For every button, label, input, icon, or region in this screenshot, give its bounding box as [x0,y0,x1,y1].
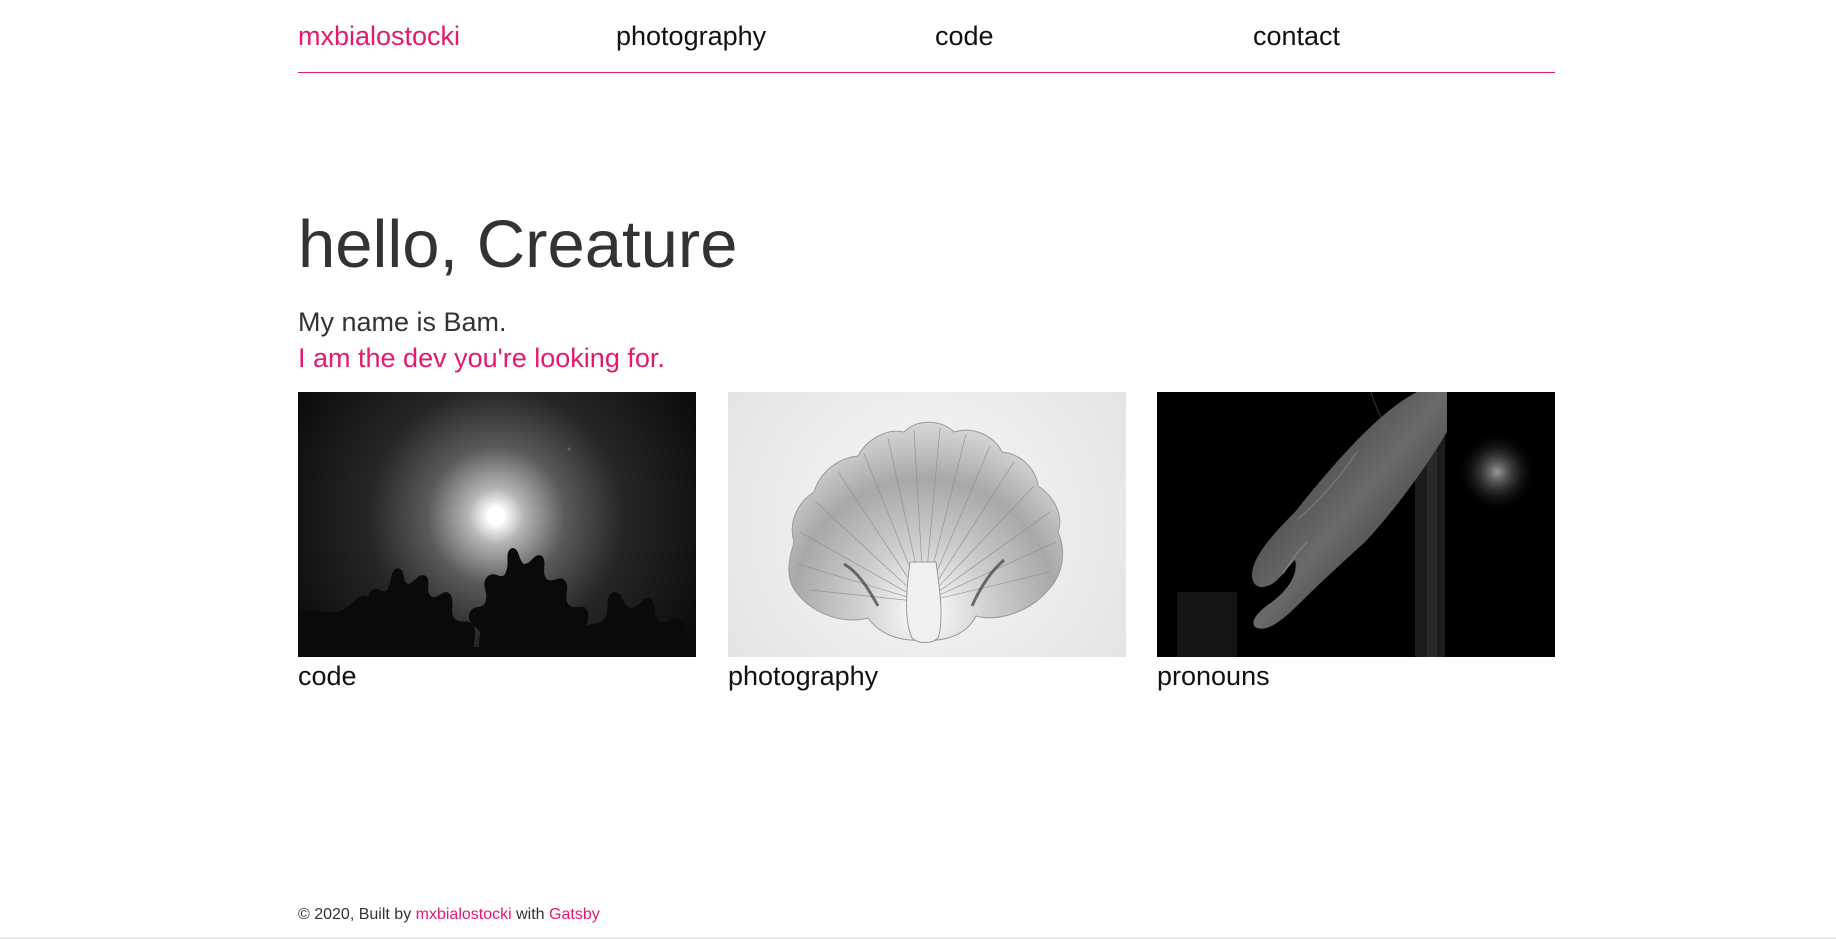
card-label-code[interactable]: code [298,659,696,693]
site-nav: mxbialostocki photography code contact [298,0,1555,73]
card-label-photography[interactable]: photography [728,659,1126,693]
footer-middle: with [516,906,545,923]
hand-in-shadow-photo[interactable] [1157,392,1555,657]
site-footer: © 2020, Built by mxbialostocki with Gats… [298,905,600,925]
mushroom-gills-photo[interactable] [728,392,1126,657]
card-pronouns[interactable]: pronouns [1157,392,1555,693]
card-code[interactable]: code [298,392,696,693]
nav-link-code[interactable]: code [935,20,994,52]
footer-author-link[interactable]: mxbialostocki [416,906,512,923]
footer-gatsby-link[interactable]: Gatsby [549,906,600,923]
moon-over-trees-photo[interactable] [298,392,696,657]
brand-link[interactable]: mxbialostocki [298,20,460,52]
nav-link-photography[interactable]: photography [616,20,766,52]
footer-prefix: © 2020, Built by [298,906,412,923]
card-photography[interactable]: photography [728,392,1126,693]
page: mxbialostocki photography code contact h… [0,0,1836,939]
card-label-pronouns[interactable]: pronouns [1157,659,1555,693]
hero-title: hello, Creature [298,207,738,282]
hero-subtitle: My name is Bam. [298,307,507,337]
hero-tagline: I am the dev you're looking for. [298,343,665,373]
nav-link-contact[interactable]: contact [1253,20,1340,52]
